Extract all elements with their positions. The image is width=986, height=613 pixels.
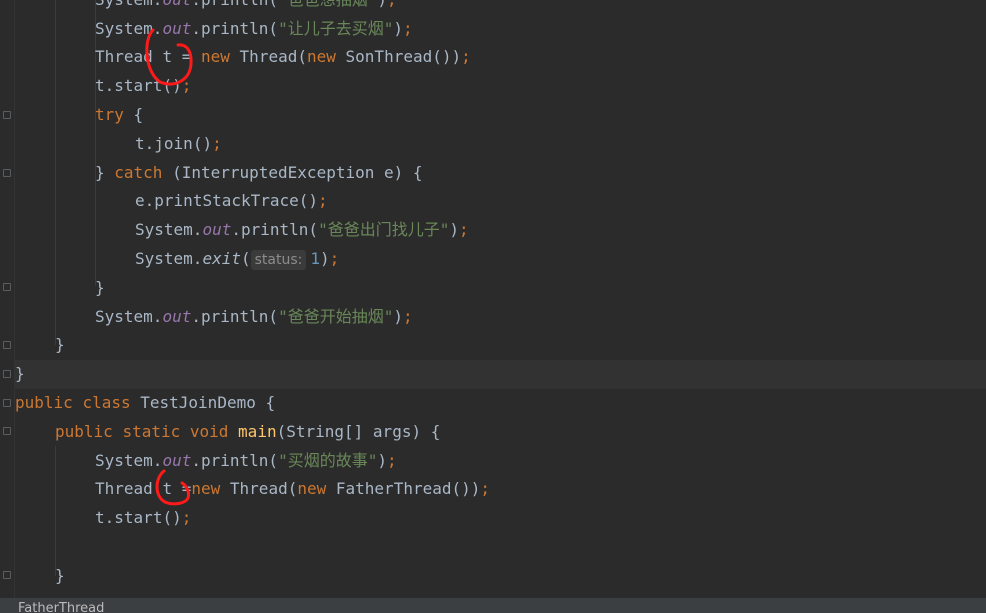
code-line: t.join(); xyxy=(135,133,222,153)
fold-marker[interactable] xyxy=(3,399,11,407)
code-line: t.start(); xyxy=(95,508,192,528)
code-line: e.printStackTrace(); xyxy=(135,191,328,211)
code-line: System.out.println("爸爸出门找儿子"); xyxy=(135,220,469,240)
code-line: } xyxy=(55,565,65,585)
fold-marker[interactable] xyxy=(3,427,11,435)
fold-marker[interactable] xyxy=(3,169,11,177)
code-line-current: } xyxy=(15,360,986,389)
code-line: System.out.println("让儿子去买烟"); xyxy=(95,18,413,38)
fold-marker[interactable] xyxy=(3,283,11,291)
code-line: System.out.println("爸爸开始抽烟"); xyxy=(95,306,413,326)
var-t: t xyxy=(162,47,173,67)
code-line: } xyxy=(95,277,105,297)
code-line: System.exit(status: 1); xyxy=(135,248,340,270)
var-t: t xyxy=(162,479,173,499)
fold-marker[interactable] xyxy=(3,111,11,119)
parameter-hint: status: xyxy=(250,249,307,270)
code-line: try { xyxy=(95,104,144,124)
code-line: public class TestJoinDemo { xyxy=(15,392,276,412)
code-line: Thread t =new Thread(new FatherThread())… xyxy=(95,479,491,499)
fold-marker[interactable] xyxy=(3,571,11,579)
code-line: } catch (InterruptedException e) { xyxy=(95,162,423,182)
breadcrumb-item[interactable]: FatherThread xyxy=(18,601,104,613)
code-line: } xyxy=(55,335,65,355)
editor-gutter xyxy=(0,0,15,598)
code-line: System.out.println("爸爸想抽烟"); xyxy=(15,0,986,15)
breadcrumb-bar[interactable]: FatherThread xyxy=(0,598,986,613)
code-line: System.out.println("买烟的故事"); xyxy=(95,450,397,470)
fold-marker[interactable] xyxy=(3,341,11,349)
code-line: Thread t = new Thread(new SonThread()); xyxy=(95,47,471,67)
code-editor[interactable]: System.out.println("爸爸想抽烟"); System.out.… xyxy=(15,0,986,598)
fold-marker[interactable] xyxy=(3,370,11,378)
code-line: t.start(); xyxy=(95,76,192,96)
code-line: public static void main(String[] args) { xyxy=(55,421,441,441)
